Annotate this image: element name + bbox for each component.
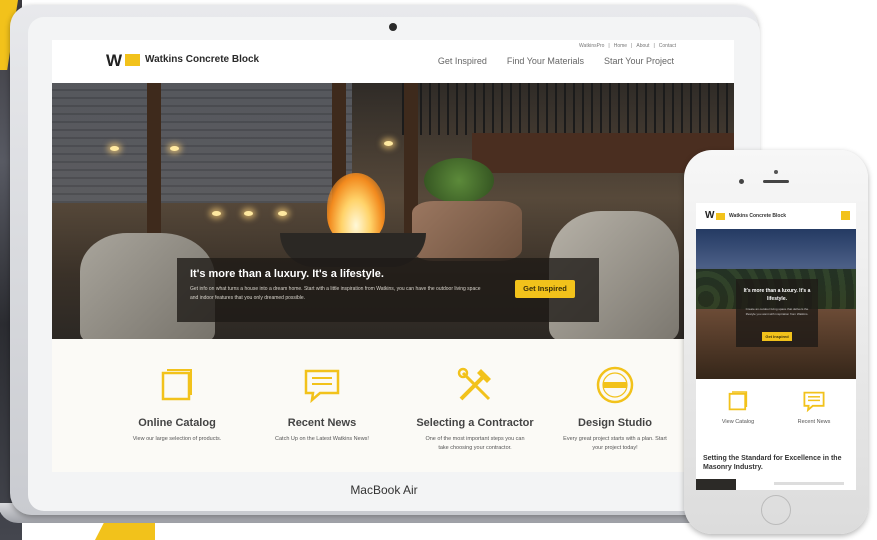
mobile-get-inspired-button[interactable]: Get Inspired <box>762 332 792 341</box>
feature-row: Online Catalog View our large selection … <box>52 339 734 472</box>
utility-divider: | <box>608 43 610 49</box>
hero-stone-pillar <box>412 201 522 261</box>
news-icon <box>803 391 825 413</box>
catalog-icon <box>161 369 192 401</box>
menu-icon[interactable] <box>841 211 850 220</box>
mobile-section-image <box>696 479 736 490</box>
main-nav: Get Inspired Find Your Materials Start Y… <box>438 56 674 66</box>
feature-title: Design Studio <box>578 417 652 429</box>
site-header: W Watkins Concrete Block WatkinsPro | Ho… <box>52 40 734 83</box>
mobile-website: W Watkins Concrete Block It's more than … <box>696 203 856 490</box>
mobile-section-title: Setting the Standard for Excellence in t… <box>703 455 842 471</box>
hero-light <box>212 211 221 216</box>
phone-camera <box>774 170 778 174</box>
laptop-lid: MacBook Air W Watkins Concrete Block Wat… <box>10 5 760 515</box>
phone-home-button <box>761 495 791 525</box>
mobile-logo[interactable]: W <box>705 210 727 222</box>
design-studio-badge-icon <box>596 366 634 404</box>
laptop-camera <box>389 23 397 31</box>
desktop-website: W Watkins Concrete Block WatkinsPro | Ho… <box>52 40 734 472</box>
hero-light <box>110 146 119 151</box>
phone-sensor <box>739 179 744 184</box>
mobile-brand-name[interactable]: Watkins Concrete Block <box>729 213 786 219</box>
utility-link-home[interactable]: Home <box>614 43 627 49</box>
site-logo[interactable]: W <box>106 51 140 70</box>
catalog-icon <box>728 391 748 411</box>
tools-icon <box>457 367 491 401</box>
utility-link-watkinspro[interactable]: WatkinsPro <box>579 43 604 49</box>
hero-post <box>147 83 161 233</box>
hero-headline: It's more than a luxury. It's a lifestyl… <box>190 268 384 280</box>
hero-plant <box>424 158 494 203</box>
hero-deck-railing <box>402 83 734 135</box>
utility-divider: | <box>631 43 633 49</box>
utility-divider: | <box>653 43 655 49</box>
feature-description: View our large selection of products. <box>132 436 222 442</box>
feature-description: Catch Up on the Latest Watkins News! <box>275 436 369 442</box>
hero-house-siding <box>52 83 352 203</box>
logo-yellow-block <box>125 54 140 66</box>
logo-mark: W <box>106 51 122 70</box>
hero-light <box>384 141 393 146</box>
hero-light <box>278 211 287 216</box>
utility-nav: WatkinsPro | Home | About | Contact <box>579 43 676 49</box>
logo-yellow-block <box>716 213 725 220</box>
feature-description: One of the most important steps you can … <box>425 436 525 451</box>
mobile-hero: It's more than a luxury. It's a lifestyl… <box>696 229 856 379</box>
mobile-hero-headline: It's more than a luxury. It's a lifestyl… <box>743 288 811 302</box>
utility-link-contact[interactable]: Contact <box>659 43 676 49</box>
news-icon <box>304 369 340 404</box>
hero-banner: It's more than a luxury. It's a lifestyl… <box>52 83 734 339</box>
laptop-model-label: MacBook Air <box>350 483 418 497</box>
utility-link-about[interactable]: About <box>636 43 649 49</box>
hero-light <box>170 146 179 151</box>
mobile-feature-title: Recent News <box>797 419 831 425</box>
nav-get-inspired[interactable]: Get Inspired <box>438 56 487 66</box>
mobile-hero-body-text: Create an outdoor living space that deli… <box>745 307 809 316</box>
hero-caption-box: It's more than a luxury. It's a lifestyl… <box>177 258 599 322</box>
mobile-hero-caption-box: It's more than a luxury. It's a lifestyl… <box>736 279 818 347</box>
feature-description: Every great project starts with a plan. … <box>563 436 667 451</box>
phone-speaker <box>763 180 789 183</box>
nav-start-project[interactable]: Start Your Project <box>604 56 674 66</box>
hero-light <box>244 211 253 216</box>
feature-title: Recent News <box>287 417 357 429</box>
smartphone: W Watkins Concrete Block It's more than … <box>684 150 868 534</box>
get-inspired-button[interactable]: Get Inspired <box>515 280 575 298</box>
mobile-header: W Watkins Concrete Block <box>696 203 856 229</box>
nav-find-materials[interactable]: Find Your Materials <box>507 56 584 66</box>
mobile-feature-title: View Catalog <box>721 419 755 425</box>
logo-mark: W <box>705 210 715 221</box>
site-brand-name[interactable]: Watkins Concrete Block <box>145 54 259 65</box>
hero-body-text: Get info on what turns a house into a dr… <box>190 286 481 301</box>
mobile-section-text-line <box>774 482 844 485</box>
